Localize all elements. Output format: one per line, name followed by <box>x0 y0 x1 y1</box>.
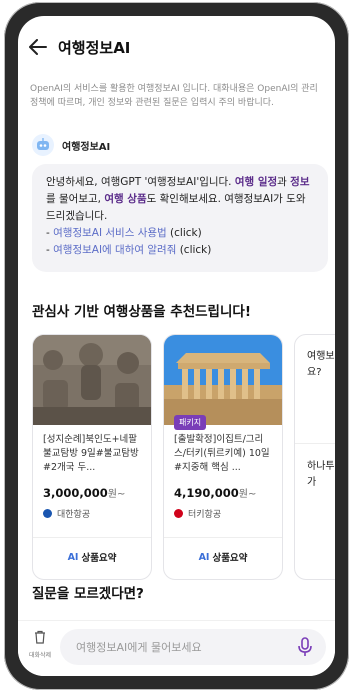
product-image <box>164 335 282 425</box>
divider <box>295 443 335 444</box>
price-unit: 원~ <box>238 489 257 500</box>
product-carousel[interactable]: [성지순례]북인도+네팔 불교탐방 9일#불교탐방 #2개국 두... 3,00… <box>32 334 335 582</box>
highlight-travel-schedule: 여행 일정 <box>234 176 278 188</box>
service-notice: OpenAI의 서비스를 활용한 여행정보AI 입니다. 대화내용은 OpenA… <box>30 84 318 108</box>
price-value: 3,000,000 <box>43 486 108 500</box>
product-summary-button[interactable]: AI 상품요약 <box>33 543 151 571</box>
highlight-travel-product: 여행 상품 <box>104 193 147 205</box>
clear-chat-label: 대화삭제 <box>28 652 52 659</box>
chat-input-wrapper <box>60 629 326 665</box>
arrow-left-icon <box>29 39 47 55</box>
faq-section-title: 질문을 모르겠다면? <box>32 586 144 602</box>
button-label: 상품요약 <box>81 553 117 564</box>
turkish-airlines-logo-icon <box>174 509 183 518</box>
bot-name: 여행정보AI <box>62 141 111 153</box>
faq-answer: 하나투 친 추가 <box>307 461 335 488</box>
button-label: 상품요약 <box>212 553 248 564</box>
chat-input-bar: 대화삭제 <box>18 620 335 676</box>
airline-name: 터키항공 <box>188 510 222 520</box>
phone-frame: 여행정보AI OpenAI의 서비스를 활용한 여행정보AI 입니다. 대화내용… <box>4 2 349 690</box>
product-title: [성지순례]북인도+네팔 불교탐방 9일#불교탐방 #2개국 두... <box>43 434 139 473</box>
faq-question: 여행보 무엇을 요? <box>307 351 335 378</box>
airline-name: 대한항공 <box>57 510 91 520</box>
header: 여행정보AI <box>18 16 335 78</box>
click-hint: (click) <box>176 244 212 256</box>
trash-icon <box>35 630 45 644</box>
ai-label: AI <box>67 551 79 563</box>
divider <box>33 537 151 538</box>
robot-icon <box>32 134 54 156</box>
bot-message-bubble: 안녕하세요, 여행GPT '여행정보AI'입니다. 여행 일정과 정보를 물어보… <box>32 164 328 272</box>
product-card[interactable]: [성지순례]북인도+네팔 불교탐방 9일#불교탐방 #2개국 두... 3,00… <box>32 334 152 580</box>
link-service-usage[interactable]: 여행정보AI 서비스 사용법 <box>53 227 167 239</box>
package-badge: 패키지 <box>174 415 207 430</box>
click-hint: (click) <box>166 227 202 239</box>
message-text: 를 물어보고, <box>46 193 105 205</box>
message-text: 안녕하세요, 여행GPT '여행정보AI'입니다. <box>46 176 235 188</box>
ai-label: AI <box>198 551 210 563</box>
product-summary-button[interactable]: AI 상품요약 <box>164 543 282 571</box>
product-title: [출발확정]이집트/그리스/터키(튀르키예) 10일#지중해 핵심 ... <box>174 434 270 473</box>
chat-input[interactable] <box>74 639 298 655</box>
products-section-title: 관심사 기반 여행상품을 추천드립니다! <box>32 304 251 320</box>
page-title: 여행정보AI <box>58 38 131 57</box>
clear-chat-button[interactable]: 대화삭제 <box>28 629 52 659</box>
airline: 대한항공 <box>43 507 90 520</box>
price-value: 4,190,000 <box>174 486 239 500</box>
product-price: 4,190,000원~ <box>174 485 256 500</box>
highlight-info: 정보 <box>290 176 310 188</box>
product-price: 3,000,000원~ <box>43 485 125 500</box>
product-image <box>33 335 151 425</box>
product-card[interactable]: 패키지 [출발확정]이집트/그리스/터키(튀르키예) 10일#지중해 핵심 ..… <box>163 334 283 580</box>
price-unit: 원~ <box>107 489 126 500</box>
message-text: 과 <box>277 176 291 188</box>
korean-air-logo-icon <box>43 509 52 518</box>
faq-card-partial[interactable]: 여행보 무엇을 요? 하나투 친 추가 <box>294 334 335 580</box>
back-button[interactable] <box>28 37 48 57</box>
app-screen: 여행정보AI OpenAI의 서비스를 활용한 여행정보AI 입니다. 대화내용… <box>18 16 335 676</box>
divider <box>164 537 282 538</box>
microphone-icon[interactable] <box>296 637 314 657</box>
link-about-ai[interactable]: 여행정보AI에 대하여 알려줘 <box>53 244 176 256</box>
airline: 터키항공 <box>174 507 221 520</box>
bot-identity: 여행정보AI <box>32 134 110 156</box>
